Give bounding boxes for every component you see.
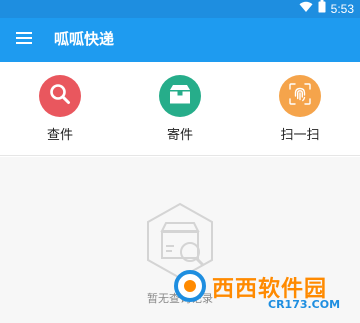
search-icon (48, 82, 72, 111)
status-icons: 5:53 (299, 0, 354, 18)
watermark-logo: 西西软件园 CR173.COM (168, 268, 340, 316)
scan-label: 扫一扫 (280, 127, 320, 142)
battery-icon (318, 0, 326, 18)
track-parcel-circle (39, 75, 81, 117)
app-bar: 呱呱快递 (0, 18, 360, 62)
send-parcel-label: 寄件 (166, 127, 193, 142)
action-row: 查件 寄件 扫一扫 (0, 62, 360, 156)
status-time: 5:53 (330, 2, 354, 16)
track-parcel-label: 查件 (46, 127, 73, 142)
scan-action[interactable]: 扫一扫 (249, 75, 349, 151)
wifi-icon (299, 0, 313, 18)
app-title: 呱呱快递 (54, 31, 115, 48)
scan-circle (279, 75, 321, 117)
send-parcel-action[interactable]: 寄件 (129, 75, 229, 151)
watermark-url: CR173.COM (268, 298, 341, 311)
fingerprint-scan-icon (288, 82, 312, 111)
menu-button[interactable] (6, 22, 42, 58)
package-icon (168, 83, 192, 110)
menu-icon (16, 31, 32, 49)
send-parcel-circle (159, 75, 201, 117)
status-bar: 5:53 (0, 0, 360, 18)
track-parcel-action[interactable]: 查件 (9, 75, 109, 151)
